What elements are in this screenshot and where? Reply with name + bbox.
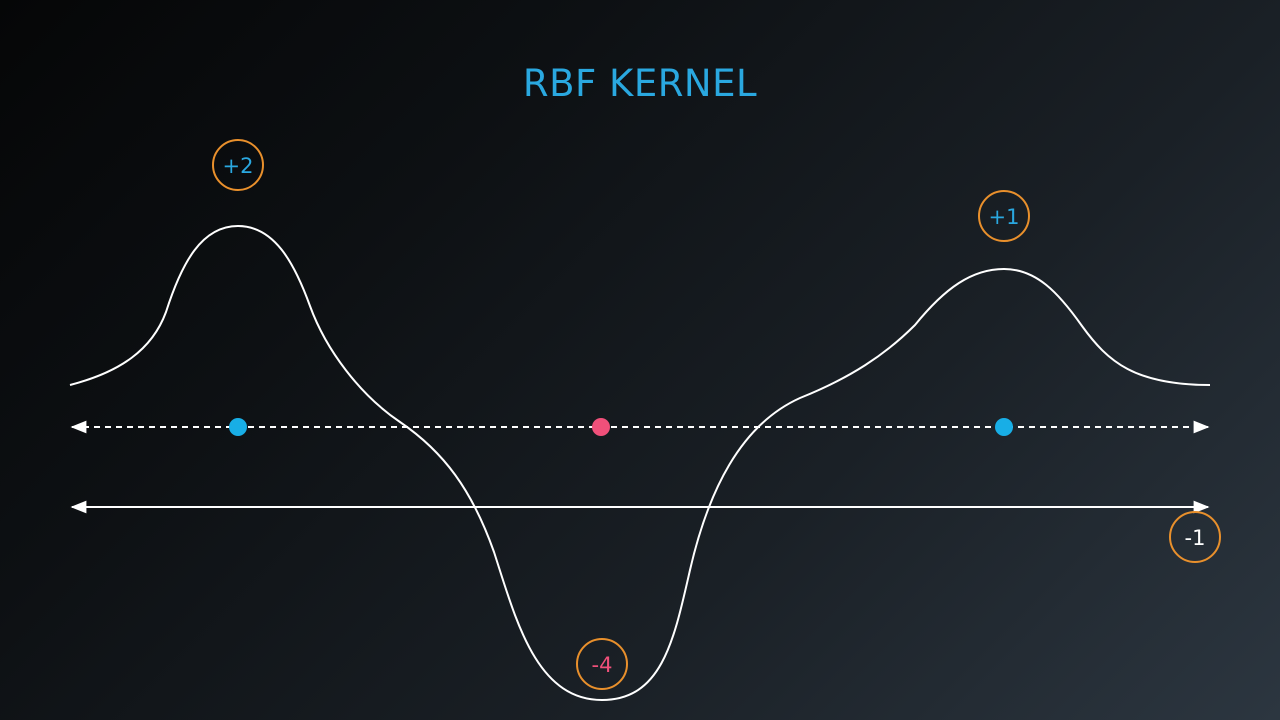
weight-badge-left: +2 bbox=[212, 139, 264, 191]
bias-label: -1 bbox=[1185, 526, 1206, 550]
bias-badge: -1 bbox=[1169, 511, 1221, 563]
weight-label-middle: -4 bbox=[592, 653, 613, 677]
weight-badge-right: +1 bbox=[978, 190, 1030, 242]
negative-point-middle bbox=[592, 418, 610, 436]
rbf-curve bbox=[69, 224, 1211, 702]
positive-point-right bbox=[995, 418, 1013, 436]
weight-label-right: +1 bbox=[989, 205, 1020, 229]
weight-badge-middle: -4 bbox=[576, 638, 628, 690]
positive-point-left bbox=[229, 418, 247, 436]
weight-label-left: +2 bbox=[223, 154, 254, 178]
rbf-diagram: +2 +1 -4 -1 bbox=[69, 139, 1221, 702]
slide: RBF KERNEL +2 +1 -4 -1 bbox=[0, 0, 1280, 720]
